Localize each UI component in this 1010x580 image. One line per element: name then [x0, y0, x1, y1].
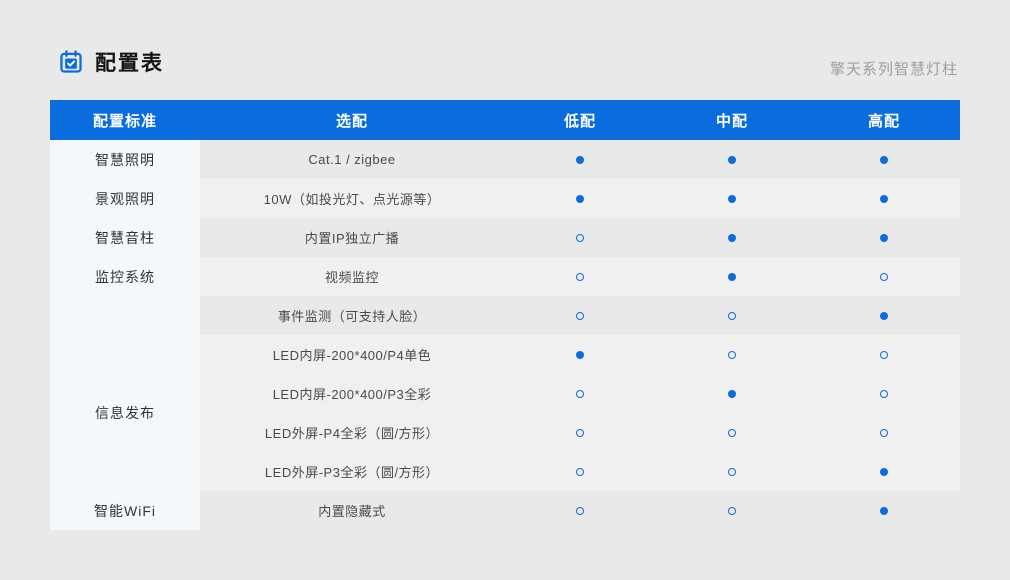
- config-dot: [728, 390, 736, 398]
- mid-config-cell: [656, 429, 808, 437]
- page-title: 配置表: [95, 47, 164, 77]
- calendar-check-icon: [58, 49, 84, 75]
- config-dot: [576, 234, 584, 242]
- option-cell: 内置IP独立广播: [200, 228, 504, 247]
- low-config-cell: [504, 468, 656, 476]
- option-cell: LED外屏-P4全彩（圆/方形）: [200, 423, 504, 442]
- option-cell: 事件监测（可支持人脸）: [200, 306, 504, 325]
- config-dot: [728, 507, 736, 515]
- config-dot: [728, 468, 736, 476]
- category-info-publishing: 信息发布: [50, 335, 200, 491]
- high-config-cell: [808, 273, 960, 281]
- low-config-cell: [504, 429, 656, 437]
- option-cell: Cat.1 / zigbee: [200, 152, 504, 167]
- config-dot: [728, 273, 736, 281]
- low-config-cell: [504, 351, 656, 359]
- config-dot: [576, 156, 584, 164]
- low-config-cell: [504, 234, 656, 242]
- config-dot: [576, 195, 584, 203]
- config-dot: [728, 312, 736, 320]
- config-dot: [880, 429, 888, 437]
- table-header-row: 配置标准 选配 低配 中配 高配: [50, 100, 960, 140]
- column-header-high: 高配: [808, 110, 960, 131]
- mid-config-cell: [656, 390, 808, 398]
- low-config-cell: [504, 312, 656, 320]
- low-config-cell: [504, 156, 656, 164]
- option-cell: LED内屏-200*400/P4单色: [200, 345, 504, 364]
- config-dot: [880, 312, 888, 320]
- mid-config-cell: [656, 195, 808, 203]
- high-config-cell: [808, 351, 960, 359]
- low-config-cell: [504, 390, 656, 398]
- mid-config-cell: [656, 156, 808, 164]
- mid-config-cell: [656, 273, 808, 281]
- low-config-cell: [504, 273, 656, 281]
- category-smart-wifi: 智能WiFi: [50, 491, 200, 530]
- config-dot: [728, 351, 736, 359]
- option-cell: LED内屏-200*400/P3全彩: [200, 384, 504, 403]
- high-config-cell: [808, 312, 960, 320]
- column-header-mid: 中配: [656, 110, 808, 131]
- low-config-cell: [504, 507, 656, 515]
- title-bar: 配置表: [58, 47, 164, 77]
- config-dot: [576, 351, 584, 359]
- config-dot: [728, 156, 736, 164]
- config-dot: [880, 234, 888, 242]
- high-config-cell: [808, 507, 960, 515]
- category-column: 智慧照明 景观照明 智慧音柱 监控系统 信息发布 智能WiFi: [50, 140, 200, 530]
- config-dot: [576, 390, 584, 398]
- config-dot: [576, 312, 584, 320]
- config-dot: [880, 468, 888, 476]
- column-header-category: 配置标准: [50, 110, 200, 131]
- config-dot: [576, 507, 584, 515]
- config-dot: [576, 429, 584, 437]
- high-config-cell: [808, 195, 960, 203]
- category-smart-lighting: 智慧照明: [50, 140, 200, 179]
- config-table: 配置标准 选配 低配 中配 高配 Cat.1 / zigbee 10W（如投光灯…: [50, 100, 960, 530]
- config-dot: [880, 156, 888, 164]
- config-dot: [880, 273, 888, 281]
- option-cell: 视频监控: [200, 267, 504, 286]
- config-dot: [576, 468, 584, 476]
- category-smart-speaker: 智慧音柱: [50, 218, 200, 257]
- page-subtitle: 擎天系列智慧灯柱: [830, 58, 958, 79]
- column-header-low: 低配: [504, 110, 656, 131]
- table-body: Cat.1 / zigbee 10W（如投光灯、点光源等） 内置IP独立广播 视…: [50, 140, 960, 530]
- mid-config-cell: [656, 507, 808, 515]
- config-dot: [880, 195, 888, 203]
- low-config-cell: [504, 195, 656, 203]
- option-cell: LED外屏-P3全彩（圆/方形）: [200, 462, 504, 481]
- config-dot: [728, 234, 736, 242]
- high-config-cell: [808, 468, 960, 476]
- mid-config-cell: [656, 234, 808, 242]
- column-header-option: 选配: [200, 110, 504, 131]
- config-dot: [576, 273, 584, 281]
- high-config-cell: [808, 156, 960, 164]
- config-dot: [880, 390, 888, 398]
- mid-config-cell: [656, 351, 808, 359]
- config-dot: [880, 351, 888, 359]
- config-dot: [728, 429, 736, 437]
- option-cell: 内置隐藏式: [200, 501, 504, 520]
- category-landscape-lighting: 景观照明: [50, 179, 200, 218]
- high-config-cell: [808, 234, 960, 242]
- category-surveillance: 监控系统: [50, 257, 200, 296]
- option-cell: 10W（如投光灯、点光源等）: [200, 189, 504, 208]
- high-config-cell: [808, 429, 960, 437]
- mid-config-cell: [656, 312, 808, 320]
- config-dot: [728, 195, 736, 203]
- mid-config-cell: [656, 468, 808, 476]
- high-config-cell: [808, 390, 960, 398]
- config-dot: [880, 507, 888, 515]
